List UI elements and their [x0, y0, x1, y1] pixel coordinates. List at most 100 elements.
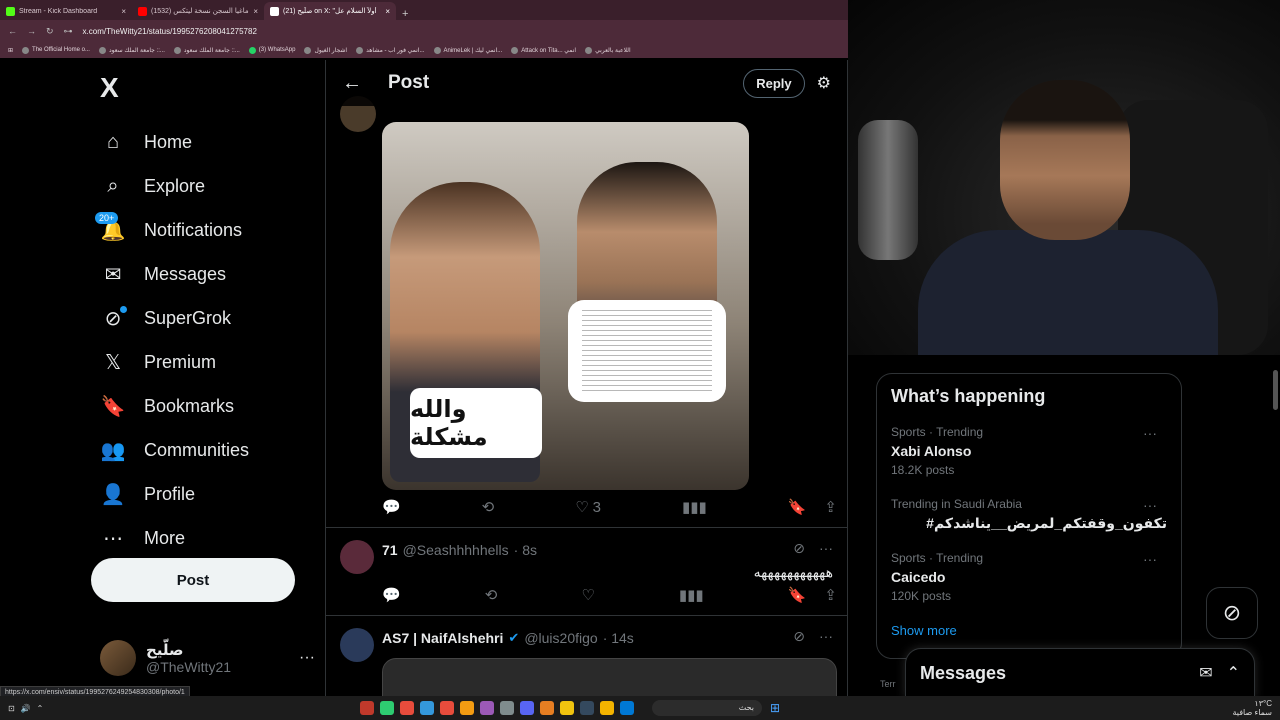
messages-drawer[interactable]: Messages ✉ ⌃: [905, 648, 1255, 698]
sliders-icon[interactable]: ⚙: [817, 73, 831, 93]
sidebar-item-home[interactable]: ⌂ Home: [100, 120, 249, 164]
app-icon[interactable]: [460, 701, 474, 715]
app-icon[interactable]: [440, 701, 454, 715]
bookmark-item[interactable]: AnimeLek | انمي ليك...: [433, 46, 502, 54]
network-icon[interactable]: ⊡: [8, 704, 15, 713]
sidebar-item-more[interactable]: ⋯ More: [100, 516, 249, 560]
more-icon[interactable]: ···: [1143, 425, 1157, 441]
back-icon[interactable]: ←: [8, 26, 17, 36]
app-icon[interactable]: [360, 701, 374, 715]
trend-item[interactable]: Sports · Trending Xabi Alonso 18.2K post…: [891, 425, 1167, 497]
sidebar-item-bookmarks[interactable]: 🔖 Bookmarks: [100, 384, 249, 428]
reload-icon[interactable]: ↻: [46, 26, 54, 37]
sidebar-item-supergrok[interactable]: ⊘ SuperGrok: [100, 296, 249, 340]
sidebar-item-premium[interactable]: 𝕏 Premium: [100, 340, 249, 384]
reply-button[interactable]: Reply: [743, 68, 805, 98]
more-icon[interactable]: ···: [1143, 551, 1157, 567]
bookmark-icon[interactable]: 🔖: [788, 586, 807, 604]
bookmark-item[interactable]: اللاعبة بالعربي: [585, 46, 631, 54]
x-logo[interactable]: X: [100, 72, 119, 104]
sidebar-item-communities[interactable]: 👥 Communities: [100, 428, 249, 472]
more-icon[interactable]: ···: [819, 540, 833, 557]
bookmark-item[interactable]: اشجار الغيول: [304, 46, 347, 54]
grok-button[interactable]: ⊘: [1206, 587, 1258, 639]
reply-post[interactable]: AS7 | NaifAlshehri ✔ @luis20figo · 14s ⊘…: [326, 616, 847, 696]
bookmark-item[interactable]: انمي فور اب - مشاهد...: [356, 46, 425, 54]
close-icon[interactable]: ×: [253, 7, 258, 16]
bookmark-icon[interactable]: 🔖: [788, 498, 807, 516]
sidebar-item-explore[interactable]: ⌕ Explore: [100, 164, 249, 208]
terms-link[interactable]: Terr: [880, 679, 896, 689]
sidebar-item-profile[interactable]: 👤 Profile: [100, 472, 249, 516]
reply-media[interactable]: [382, 658, 837, 696]
views-icon[interactable]: ▮▮▮: [682, 498, 707, 516]
browser-tab-x[interactable]: (21) صلّيح on X: "أولاً السلام عل ×: [264, 2, 396, 20]
app-icon[interactable]: [380, 701, 394, 715]
avatar[interactable]: [340, 540, 374, 574]
views-icon[interactable]: ▮▮▮: [679, 586, 704, 604]
trend-item[interactable]: Trending in Saudi Arabia #تكفون_وقفتكم_ل…: [891, 497, 1167, 551]
reply-author-name[interactable]: 71: [382, 542, 398, 558]
close-icon[interactable]: ×: [121, 7, 126, 16]
show-more-link[interactable]: Show more: [891, 623, 1167, 638]
post-with-photo[interactable]: والله مشكلة 💬 ⟲ ♡ 3 ▮▮▮ 🔖 ⇪: [326, 90, 847, 528]
avatar[interactable]: [340, 628, 374, 662]
grok-icon[interactable]: ⊘: [793, 540, 805, 557]
more-icon[interactable]: ···: [1143, 497, 1157, 513]
reply-icon[interactable]: 💬: [382, 498, 401, 516]
reply-post[interactable]: 71 @Seashhhhhells · 8s ⊘ ··· ههههههههههه…: [326, 528, 847, 616]
reply-author-handle[interactable]: @Seashhhhhells: [403, 542, 509, 558]
bookmark-item[interactable]: جامعة الملك سعود ::...: [173, 46, 240, 54]
weather-widget[interactable]: ١٣°C سماء صافية: [1232, 699, 1280, 717]
volume-icon[interactable]: 🔊: [21, 704, 31, 713]
grok-icon[interactable]: ⊘: [793, 628, 805, 645]
app-icon[interactable]: [400, 701, 414, 715]
taskbar-search[interactable]: بحث: [652, 700, 762, 716]
tray-arrow-icon[interactable]: ⌃: [37, 704, 44, 713]
scrollbar[interactable]: [1273, 370, 1278, 410]
bookmark-item[interactable]: Attack on Tita... انمي: [511, 46, 576, 54]
reply-time[interactable]: · 14s: [603, 630, 634, 646]
heart-icon[interactable]: ♡: [581, 586, 594, 604]
sidebar-item-messages[interactable]: ✉ Messages: [100, 252, 249, 296]
repost-icon[interactable]: ⟲: [482, 498, 495, 516]
url-field[interactable]: x.com/TheWitty21/status/1995276208041275…: [83, 27, 257, 36]
repost-icon[interactable]: ⟲: [485, 586, 498, 604]
post-photo[interactable]: والله مشكلة: [382, 122, 749, 490]
account-switcher[interactable]: صلّيح @TheWitty21 ···: [100, 638, 315, 678]
new-message-icon[interactable]: ✉: [1199, 663, 1212, 683]
more-icon[interactable]: ···: [819, 628, 833, 645]
back-arrow-icon[interactable]: ←: [342, 72, 388, 95]
chrome-icon[interactable]: [560, 701, 574, 715]
share-icon[interactable]: ⇪: [824, 586, 837, 604]
folder-icon[interactable]: [600, 701, 614, 715]
app-icon[interactable]: [420, 701, 434, 715]
more-icon[interactable]: ···: [299, 649, 315, 667]
trend-item[interactable]: Sports · Trending Caicedo 120K posts ···: [891, 551, 1167, 623]
apps-icon[interactable]: ⊞: [8, 47, 13, 54]
reply-author-handle[interactable]: @luis20figo: [524, 630, 597, 646]
reply-time[interactable]: · 8s: [514, 542, 537, 558]
app-icon[interactable]: [480, 701, 494, 715]
sidebar-item-notifications[interactable]: 🔔 20+ Notifications: [95, 208, 249, 252]
edge-icon[interactable]: [620, 701, 634, 715]
browser-tab-youtube[interactable]: ماغيا السجن نسخة ليتكس (1532) ×: [132, 2, 264, 20]
bookmark-item[interactable]: The Official Home o...: [22, 46, 90, 54]
firefox-icon[interactable]: [540, 701, 554, 715]
discord-icon[interactable]: [520, 701, 534, 715]
share-icon[interactable]: ⇪: [824, 498, 837, 516]
bookmark-item[interactable]: جامعة الملك سعود ::...: [98, 46, 165, 54]
steam-icon[interactable]: [580, 701, 594, 715]
close-icon[interactable]: ×: [385, 7, 390, 16]
like-button[interactable]: ♡ 3: [575, 498, 601, 517]
windows-start-icon[interactable]: ⊞: [770, 701, 780, 715]
reply-icon[interactable]: 💬: [382, 586, 401, 604]
site-info-icon[interactable]: ⊶: [64, 26, 73, 37]
new-tab-button[interactable]: +: [396, 8, 414, 20]
reply-author-name[interactable]: AS7 | NaifAlshehri: [382, 630, 503, 646]
expand-icon[interactable]: ⌃: [1227, 663, 1240, 683]
bookmark-item[interactable]: (3) WhatsApp: [248, 46, 295, 54]
post-button[interactable]: Post: [91, 558, 295, 602]
browser-tab-kick[interactable]: Stream - Kick Dashboard ×: [0, 2, 132, 20]
forward-icon[interactable]: →: [27, 26, 36, 36]
